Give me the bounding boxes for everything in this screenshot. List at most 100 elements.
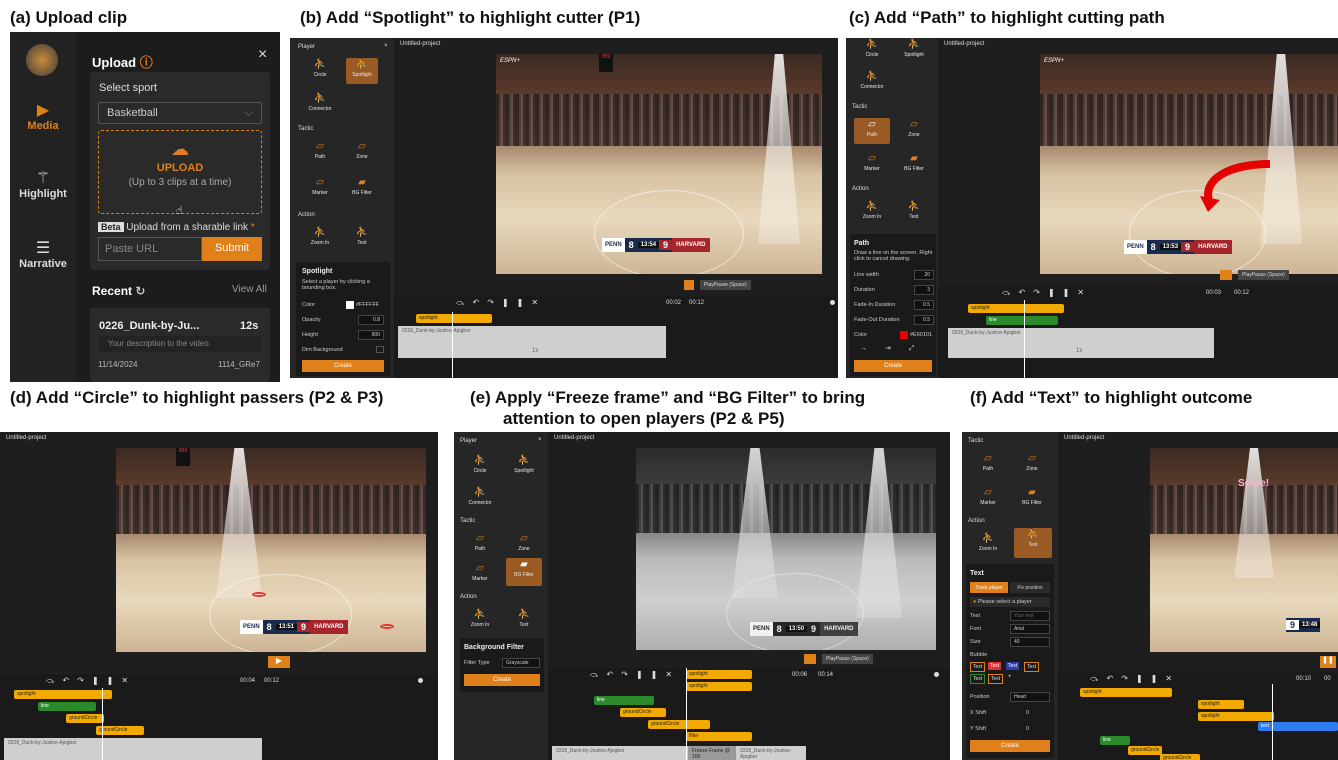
close-button[interactable]: × — [258, 46, 267, 64]
video-track[interactable]: 0226_Dunk-by-Justice-Ajogbor — [4, 738, 262, 760]
timeline-controls[interactable]: ⤼↶↷❚❚✕ — [590, 670, 680, 680]
nav-narrative[interactable]: ☰ Narrative — [10, 238, 76, 270]
text-clip[interactable]: text — [1258, 722, 1338, 731]
pause-button[interactable]: ❚❚ — [1320, 656, 1336, 668]
close-icon[interactable]: × — [384, 43, 388, 49]
tool-zone[interactable]: ▱ Zone — [898, 118, 930, 144]
video-frame-grayscale[interactable]: PENN 8 13:50 9 HARVARD — [636, 448, 936, 650]
chip-plain[interactable]: Text — [970, 662, 986, 672]
create-button[interactable]: Create — [854, 360, 932, 372]
play-pause-button[interactable] — [1220, 270, 1232, 280]
tool-zoom-in[interactable]: ⛹ Zoom In — [464, 608, 496, 634]
color-swatch[interactable] — [900, 331, 908, 339]
ground-circle-clip-2[interactable]: groundCircle — [96, 726, 144, 735]
ground-circle-clip-1[interactable]: groundCircle — [620, 708, 666, 717]
dim-checkbox[interactable] — [376, 346, 384, 353]
y-shift-slider[interactable]: 0 — [1026, 726, 1029, 732]
tool-connector[interactable]: ⛹ Connector — [464, 486, 496, 512]
color-value[interactable]: #E60101 — [910, 332, 932, 338]
tool-zoom-in[interactable]: ⛹ Zoom In — [856, 200, 888, 226]
filter-type-select[interactable]: Grayscale — [502, 658, 540, 668]
refresh-icon[interactable]: ↻ — [135, 284, 145, 298]
tool-spotlight[interactable]: ⛹ Spotlight — [346, 58, 378, 84]
tool-marker[interactable]: ▱ Marker — [304, 176, 336, 202]
url-input[interactable]: Paste URL — [98, 237, 202, 261]
ground-circle-clip-2[interactable]: groundCircle — [1160, 754, 1200, 760]
tool-marker[interactable]: ▱ Marker — [856, 152, 888, 178]
video-frame[interactable]: Score! 9 13:48 — [1150, 448, 1338, 652]
create-button[interactable]: Create — [970, 740, 1050, 752]
playhead[interactable] — [102, 688, 103, 760]
upload-dropzone[interactable]: ☁ UPLOAD (Up to 3 clips at a time) — [98, 130, 262, 214]
view-all-link[interactable]: View All — [232, 284, 267, 295]
chip-outline[interactable]: Text — [1024, 662, 1040, 672]
spotlight-clip-3[interactable]: spotlight — [1198, 712, 1274, 721]
spotlight-clip-2[interactable]: spotlight — [686, 682, 752, 691]
x-shift-slider[interactable]: 0 — [1026, 710, 1029, 716]
line-clip[interactable]: line — [1100, 736, 1130, 745]
play-button[interactable]: ▶ — [268, 656, 290, 668]
create-button[interactable]: Create — [464, 674, 540, 686]
tool-path[interactable]: ▱ Path — [972, 452, 1004, 478]
zoom-knob[interactable] — [830, 300, 835, 305]
video-track-1[interactable]: 0226_Dunk-by-Justice-Ajogbor — [552, 746, 688, 760]
play-pause-button[interactable] — [804, 654, 816, 664]
tool-bg-filter[interactable]: ▰ BG Filter — [346, 176, 378, 202]
video-frame[interactable]: ESPN+ PENN 8 13:53 9 HARVARD — [1040, 54, 1338, 274]
freeze-frame-clip[interactable]: Freeze Frame @ 106 — [688, 746, 736, 760]
line-clip[interactable]: line — [38, 702, 96, 711]
tool-text[interactable]: ⛹ Text — [346, 226, 378, 252]
tool-bg-filter[interactable]: ▰ BG Filter — [1016, 486, 1048, 512]
font-select[interactable]: Arial — [1010, 624, 1050, 634]
spotlight-clip-2[interactable]: spotlight — [1198, 700, 1244, 709]
tool-text[interactable]: ⛹ Text — [898, 200, 930, 226]
color-value[interactable]: #FFFFFF — [356, 302, 379, 308]
ground-circle-clip-1[interactable]: groundCircle — [1128, 746, 1162, 755]
ground-circle-clip-1[interactable]: groundCircle — [66, 714, 104, 723]
spotlight-clip[interactable]: spotlight — [14, 690, 112, 699]
timeline-controls[interactable]: ⤼↶↷❚❚✕ — [1002, 288, 1092, 298]
timeline-controls[interactable]: ⤼↶↷❚❚✕ — [1090, 674, 1180, 684]
size-input[interactable]: 40 — [1010, 637, 1050, 647]
tool-spotlight[interactable]: ⛹ Spotlight — [898, 38, 930, 64]
line-clip[interactable]: line — [986, 316, 1058, 325]
close-icon[interactable]: × — [538, 437, 542, 443]
chip-red[interactable]: Text — [988, 662, 1002, 670]
tool-zone[interactable]: ▱ Zone — [1016, 452, 1048, 478]
filter-clip[interactable]: filter — [686, 732, 752, 741]
submit-button[interactable]: Submit — [202, 237, 262, 261]
ground-circle-clip-2[interactable]: groundCircle — [648, 720, 710, 729]
tool-circle[interactable]: ⛹ Circle — [464, 454, 496, 480]
spotlight-clip[interactable]: spotlight — [416, 314, 492, 323]
tool-path[interactable]: ▱ Path — [304, 140, 336, 166]
tool-connector[interactable]: ⛹ Connector — [304, 92, 336, 118]
spotlight-clip-1[interactable]: spotlight — [1080, 688, 1172, 697]
create-button[interactable]: Create — [302, 360, 384, 372]
tool-spotlight[interactable]: ⛹ Spotlight — [508, 454, 540, 480]
tool-text[interactable]: ⛹ Text — [1014, 528, 1052, 558]
sport-select[interactable]: Basketball ⌵ — [98, 102, 262, 124]
chip-blue[interactable]: Text — [1006, 662, 1020, 670]
text-input[interactable]: Your text — [1010, 611, 1050, 621]
color-swatch[interactable] — [346, 301, 354, 309]
tool-marker[interactable]: ▱ Marker — [972, 486, 1004, 512]
play-pause-button[interactable] — [684, 280, 694, 290]
chip-orange[interactable]: Text — [988, 674, 1004, 684]
playhead[interactable] — [686, 668, 687, 760]
tool-bg-filter[interactable]: ▰ BG Filter — [898, 152, 930, 178]
zoom-knob[interactable] — [934, 672, 939, 677]
playhead[interactable] — [452, 312, 453, 378]
position-select[interactable]: Head — [1010, 692, 1050, 702]
zoom-knob[interactable] — [418, 678, 423, 683]
fade-in-input[interactable]: 0.5 — [914, 300, 934, 310]
spotlight-clip[interactable]: spotlight — [968, 304, 1064, 313]
video-track-2[interactable]: 0226_Dunk-by-Justice-Ajogbor — [736, 746, 806, 760]
tool-connector[interactable]: ⛹ Connector — [856, 70, 888, 96]
tool-path[interactable]: ▱ Path — [464, 532, 496, 558]
timeline-controls[interactable]: ⤼↶↷❚❚✕ — [46, 676, 136, 686]
tool-marker[interactable]: ▱ Marker — [464, 562, 496, 588]
tool-zoom-in[interactable]: ⛹ Zoom In — [972, 532, 1004, 558]
duration-input[interactable]: 3 — [914, 285, 934, 295]
tool-circle[interactable]: ⛹ Circle — [304, 58, 336, 84]
nav-highlight[interactable]: ⚚ Highlight — [10, 168, 76, 200]
